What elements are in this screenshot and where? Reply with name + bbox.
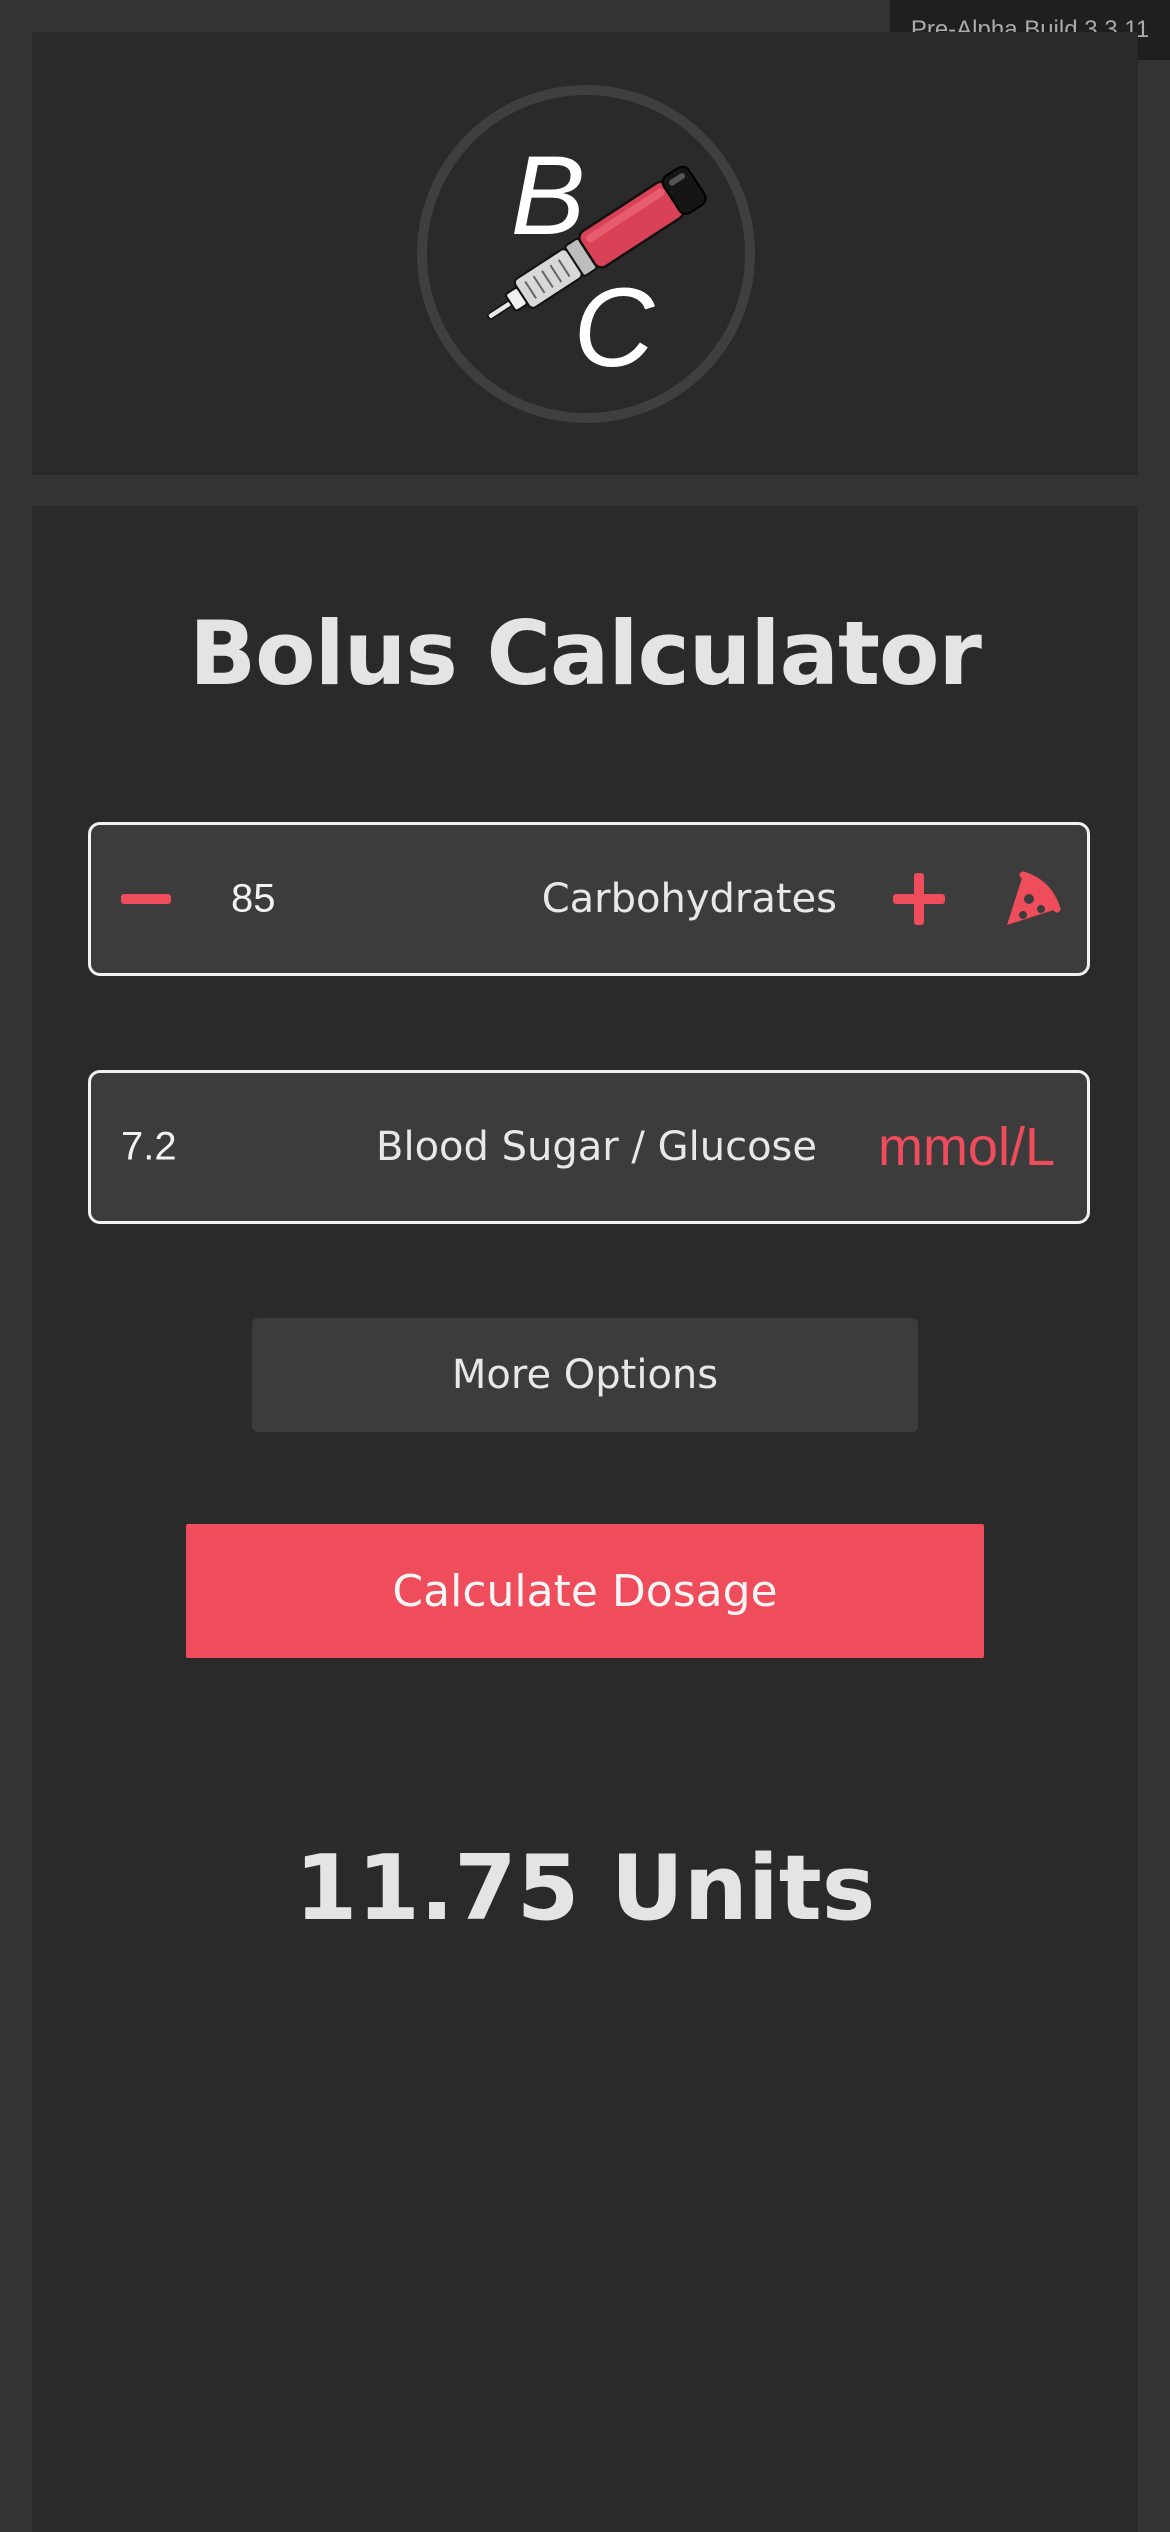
- logo-letter-c: C: [574, 265, 656, 390]
- minus-icon[interactable]: [121, 869, 171, 929]
- carbohydrates-field[interactable]: 85 Carbohydrates: [88, 822, 1090, 976]
- blood-glucose-field[interactable]: 7.2 Blood Sugar / Glucose mmol/L: [88, 1070, 1090, 1224]
- dosage-result: 11.75 Units: [294, 1836, 876, 1941]
- carbohydrates-label: Carbohydrates: [541, 876, 837, 922]
- glucose-value[interactable]: 7.2: [121, 1125, 177, 1170]
- glucose-label: Blood Sugar / Glucose: [376, 1124, 817, 1170]
- plus-icon[interactable]: [893, 873, 945, 925]
- glucose-unit-toggle[interactable]: mmol/L: [878, 1116, 1055, 1178]
- pizza-icon-graphic: [1007, 871, 1061, 925]
- insulin-pen-icon: B C: [417, 85, 755, 423]
- more-options-button[interactable]: More Options: [252, 1318, 918, 1432]
- app-logo: B C: [416, 84, 756, 424]
- calculate-dosage-button[interactable]: Calculate Dosage: [186, 1524, 984, 1658]
- logo-header: B C: [32, 32, 1138, 475]
- calculator-panel: Bolus Calculator 85 Carbohydrates 7.2 Bl…: [32, 506, 1138, 2532]
- pizza-icon[interactable]: [1001, 869, 1061, 929]
- carbohydrates-value[interactable]: 85: [231, 877, 276, 922]
- page-title: Bolus Calculator: [189, 602, 982, 705]
